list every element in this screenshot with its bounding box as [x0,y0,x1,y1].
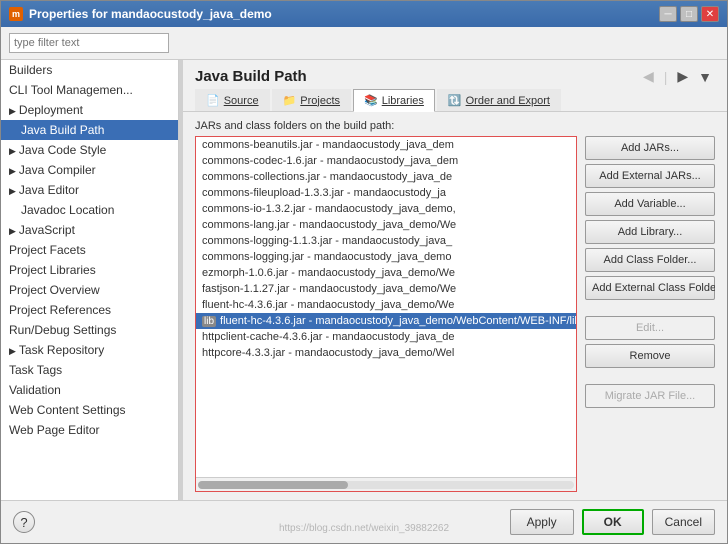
add-library-button[interactable]: Add Library... [585,220,715,244]
list-item[interactable]: commons-collections.jar - mandaocustody_… [196,169,576,185]
tabs-bar: 📄 Source 📁 Projects 📚 Libraries 🔃 Order … [183,89,727,112]
sidebar-item-web-content-settings[interactable]: Web Content Settings [1,400,178,420]
tab-libraries[interactable]: 📚 Libraries [353,89,435,112]
sidebar-item-javascript[interactable]: ▶JavaScript [1,220,178,240]
add-external-class-folder-button[interactable]: Add External Class Folder... [585,276,715,300]
panel-header: Java Build Path ◀ | ▶ ▼ [183,60,727,89]
sidebar-item-project-overview[interactable]: Project Overview [1,280,178,300]
sidebar-item-cli-tool[interactable]: CLI Tool Managemen... [1,80,178,100]
sidebar-item-validation[interactable]: Validation [1,380,178,400]
sidebar-item-web-page-editor[interactable]: Web Page Editor [1,420,178,440]
forward-button[interactable]: ▶ [674,68,691,85]
list-item[interactable]: commons-logging.jar - mandaocustody_java… [196,249,576,265]
panel-title: Java Build Path [195,68,307,85]
jars-list-container: commons-beanutils.jar - mandaocustody_ja… [195,136,577,492]
add-class-folder-button[interactable]: Add Class Folder... [585,248,715,272]
cancel-button[interactable]: Cancel [652,509,715,535]
edit-button[interactable]: Edit... [585,316,715,340]
sidebar-item-builders[interactable]: Builders [1,60,178,80]
dropdown-button[interactable]: ▼ [695,69,715,85]
sidebar-item-task-repository[interactable]: ▶Task Repository [1,340,178,360]
title-buttons: ─ □ ✕ [659,6,719,22]
horizontal-scrollbar[interactable] [196,477,576,491]
sidebar-item-java-code-style[interactable]: ▶Java Code Style [1,140,178,160]
libraries-icon: 📚 [364,94,378,107]
filter-input[interactable] [9,33,169,53]
remove-button[interactable]: Remove [585,344,715,368]
add-external-jars-button[interactable]: Add External JARs... [585,164,715,188]
bottom-right: Apply OK Cancel [510,509,715,535]
main-split: Builders CLI Tool Managemen... ▶Deployme… [1,60,727,500]
close-button[interactable]: ✕ [701,6,719,22]
sidebar-item-java-build-path[interactable]: Java Build Path [1,120,178,140]
window-title: Properties for mandaocustody_java_demo [29,7,272,21]
tab-order-export[interactable]: 🔃 Order and Export [437,89,561,111]
help-button[interactable]: ? [13,511,35,533]
back-button[interactable]: ◀ [640,68,657,85]
projects-icon: 📁 [283,94,297,107]
title-bar-left: m Properties for mandaocustody_java_demo [9,7,272,21]
tab-projects[interactable]: 📁 Projects [272,89,351,111]
tab-projects-label: Projects [300,95,340,107]
bottom-bar: ? Apply OK Cancel [1,500,727,543]
add-variable-button[interactable]: Add Variable... [585,192,715,216]
apply-button[interactable]: Apply [510,509,574,535]
source-icon: 📄 [206,94,220,107]
jars-label: JARs and class folders on the build path… [195,120,715,132]
list-item[interactable]: commons-lang.jar - mandaocustody_java_de… [196,217,576,233]
scrollbar-thumb[interactable] [198,481,348,489]
ok-button[interactable]: OK [582,509,644,535]
list-item[interactable]: httpcore-4.3.3.jar - mandaocustody_java_… [196,345,576,361]
list-item[interactable]: fluent-hc-4.3.6.jar - mandaocustody_java… [196,297,576,313]
title-bar: m Properties for mandaocustody_java_demo… [1,1,727,27]
minimize-button[interactable]: ─ [659,6,677,22]
tab-source-label: Source [224,95,259,107]
sidebar-item-java-editor[interactable]: ▶Java Editor [1,180,178,200]
list-item[interactable]: ezmorph-1.0.6.jar - mandaocustody_java_d… [196,265,576,281]
bottom-left: ? [13,511,35,533]
sidebar: Builders CLI Tool Managemen... ▶Deployme… [1,60,179,500]
sidebar-item-deployment[interactable]: ▶Deployment [1,100,178,120]
sidebar-item-project-references[interactable]: Project References [1,300,178,320]
jars-area: commons-beanutils.jar - mandaocustody_ja… [195,136,715,492]
action-buttons: Add JARs... Add External JARs... Add Var… [585,136,715,492]
list-item[interactable]: commons-beanutils.jar - mandaocustody_ja… [196,137,576,153]
tab-libraries-label: Libraries [382,95,424,107]
separator: | [661,69,671,85]
jars-list[interactable]: commons-beanutils.jar - mandaocustody_ja… [196,137,576,477]
sidebar-item-project-facets[interactable]: Project Facets [1,240,178,260]
list-item[interactable]: commons-io-1.3.2.jar - mandaocustody_jav… [196,201,576,217]
maximize-button[interactable]: □ [680,6,698,22]
sidebar-item-task-tags[interactable]: Task Tags [1,360,178,380]
list-item[interactable]: commons-codec-1.6.jar - mandaocustody_ja… [196,153,576,169]
sidebar-item-run-debug-settings[interactable]: Run/Debug Settings [1,320,178,340]
migrate-jar-button[interactable]: Migrate JAR File... [585,384,715,408]
list-item[interactable]: commons-logging-1.1.3.jar - mandaocustod… [196,233,576,249]
list-item[interactable]: httpclient-cache-4.3.6.jar - mandaocusto… [196,329,576,345]
tab-order-export-label: Order and Export [466,95,550,107]
list-item-selected[interactable]: lib fluent-hc-4.3.6.jar - mandaocustody_… [196,313,576,329]
sidebar-list: Builders CLI Tool Managemen... ▶Deployme… [1,60,178,440]
sidebar-item-java-compiler[interactable]: ▶Java Compiler [1,160,178,180]
add-jars-button[interactable]: Add JARs... [585,136,715,160]
sidebar-item-javadoc-location[interactable]: Javadoc Location [1,200,178,220]
scrollbar-track [198,481,574,489]
list-item[interactable]: fastjson-1.1.27.jar - mandaocustody_java… [196,281,576,297]
nav-arrows: ◀ | ▶ ▼ [640,68,715,85]
filter-bar [1,27,727,60]
order-export-icon: 🔃 [448,94,462,107]
sidebar-item-project-libraries[interactable]: Project Libraries [1,260,178,280]
tab-source[interactable]: 📄 Source [195,89,270,111]
list-item[interactable]: commons-fileupload-1.3.3.jar - mandaocus… [196,185,576,201]
right-panel: Java Build Path ◀ | ▶ ▼ 📄 Source 📁 Proje… [183,60,727,500]
properties-window: m Properties for mandaocustody_java_demo… [0,0,728,544]
build-content: JARs and class folders on the build path… [183,112,727,500]
app-icon: m [9,7,23,21]
